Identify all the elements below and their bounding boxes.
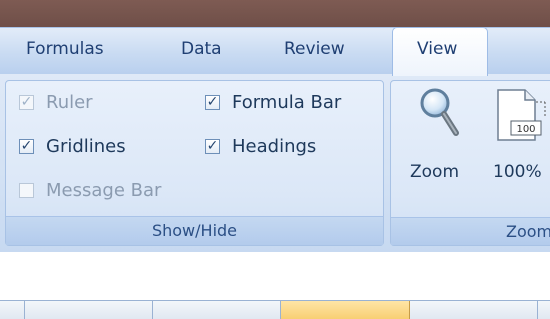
gridlines-label: Gridlines [46, 136, 126, 157]
tab-view-label: View [417, 39, 458, 59]
column-header-selected[interactable] [281, 301, 410, 319]
show-hide-group-label: Show/Hide [6, 216, 383, 245]
message-bar-checkbox[interactable] [19, 183, 34, 198]
tab-review[interactable]: Review [284, 39, 345, 59]
gridlines-checkbox-row[interactable]: ✓ Gridlines [19, 136, 126, 157]
zoom-100-icon[interactable]: 100 [495, 88, 550, 142]
ruler-label: Ruler [46, 92, 93, 113]
tab-formulas[interactable]: Formulas [26, 39, 104, 59]
formula-bar-label: Formula Bar [232, 92, 342, 113]
column-header[interactable] [153, 301, 281, 319]
headings-checkbox[interactable]: ✓ [205, 139, 220, 154]
select-all-corner[interactable] [0, 301, 25, 319]
message-bar-checkbox-row[interactable]: Message Bar [19, 180, 161, 201]
magnifier-icon[interactable] [418, 86, 462, 138]
zoom-100-icon-text: 100 [516, 124, 535, 135]
window-title-bar [0, 0, 550, 27]
formula-area-gap [0, 252, 550, 300]
tab-data[interactable]: Data [181, 39, 222, 59]
column-header[interactable] [538, 301, 550, 319]
tab-view[interactable]: View [392, 27, 488, 76]
formula-bar-checkbox[interactable]: ✓ [205, 95, 220, 110]
column-header[interactable] [25, 301, 153, 319]
column-header-row [0, 300, 550, 319]
ruler-checkbox-row[interactable]: ✓ Ruler [19, 92, 93, 113]
gridlines-checkbox[interactable]: ✓ [19, 139, 34, 154]
formula-bar-checkbox-row[interactable]: ✓ Formula Bar [205, 92, 341, 113]
headings-label: Headings [232, 136, 317, 157]
column-header[interactable] [410, 301, 538, 319]
zoom-100-button[interactable]: 100% [493, 162, 542, 182]
zoom-button[interactable]: Zoom [410, 162, 459, 182]
message-bar-label: Message Bar [46, 180, 162, 201]
zoom-group-label: Zoom [391, 217, 550, 245]
headings-checkbox-row[interactable]: ✓ Headings [205, 136, 316, 157]
ruler-checkbox[interactable]: ✓ [19, 95, 34, 110]
